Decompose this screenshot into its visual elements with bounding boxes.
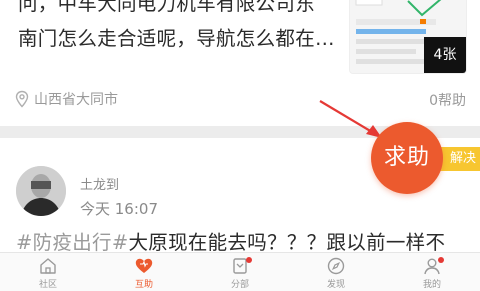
username[interactable]: 土龙到 (80, 174, 119, 193)
ask-help-button[interactable]: 求助 (371, 122, 443, 194)
nav-item-branch[interactable]: 分部 (192, 253, 288, 291)
image-count-badge: 4张 (424, 37, 466, 73)
home-icon (40, 258, 56, 274)
post-2-body: 大原现在能去吗？？？跟以前一样不 (128, 231, 446, 254)
post-time: 今天 16:07 (80, 200, 158, 218)
nav-label-community: 社区 (38, 280, 57, 290)
user-photo (16, 166, 66, 216)
me-notification-dot (438, 257, 444, 263)
location-row: 山西省大同市 (14, 88, 118, 110)
location-text: 山西省大同市 (34, 92, 118, 108)
compass-icon (327, 257, 345, 275)
nav-label-mutual-help: 互助 (134, 280, 153, 290)
nav-label-me: 我的 (422, 280, 441, 290)
annotation-arrow-icon (319, 100, 382, 138)
nav-item-community[interactable]: 社区 (0, 253, 96, 291)
post-1-text: 问，中车大同电力机车有限公司东 南门怎么走合适呢，导航怎么都在… (18, 0, 348, 56)
hashtag-link[interactable]: #防疫出行# (16, 231, 128, 254)
post-1-line-1: 问，中车大同电力机车有限公司东 (18, 0, 316, 15)
avatar[interactable] (16, 166, 66, 216)
nav-item-discover[interactable]: 发现 (288, 253, 384, 291)
nav-item-mutual-help[interactable]: 互助 (96, 253, 192, 291)
heart-icon (135, 258, 153, 273)
help-count: 0帮助 (429, 93, 466, 109)
nav-label-discover: 发现 (326, 280, 345, 290)
post-1-thumbnail[interactable]: 4张 (349, 0, 467, 74)
location-pin-icon (15, 90, 29, 108)
bottom-nav: 社区 互助 分部 发现 我的 (0, 252, 480, 291)
branch-notification-dot (246, 257, 252, 263)
nav-item-me[interactable]: 我的 (384, 253, 480, 291)
nav-label-branch: 分部 (230, 280, 249, 290)
post-1-line-2: 南门怎么走合适呢，导航怎么都在… (18, 27, 335, 50)
